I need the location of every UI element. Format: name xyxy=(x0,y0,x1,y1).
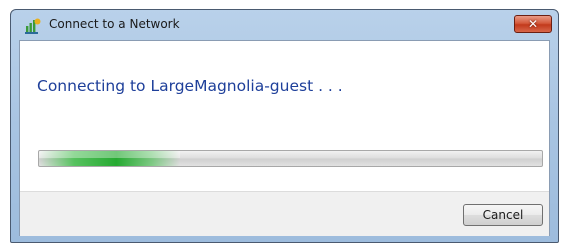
network-icon xyxy=(23,17,41,35)
connection-status-text: Connecting to LargeMagnolia-guest . . . xyxy=(37,77,343,95)
content-panel: Connecting to LargeMagnolia-guest . . . … xyxy=(19,40,550,236)
close-button[interactable]: ✕ xyxy=(514,15,552,33)
progress-indicator xyxy=(39,151,180,166)
button-footer: Cancel xyxy=(20,191,549,236)
cancel-button[interactable]: Cancel xyxy=(463,204,543,226)
connection-progress-bar xyxy=(38,150,543,167)
dialog-window: Connect to a Network ✕ Connecting to Lar… xyxy=(10,9,559,243)
window-title: Connect to a Network xyxy=(49,17,180,31)
title-bar[interactable]: Connect to a Network ✕ xyxy=(11,10,558,40)
close-icon: ✕ xyxy=(527,17,539,31)
